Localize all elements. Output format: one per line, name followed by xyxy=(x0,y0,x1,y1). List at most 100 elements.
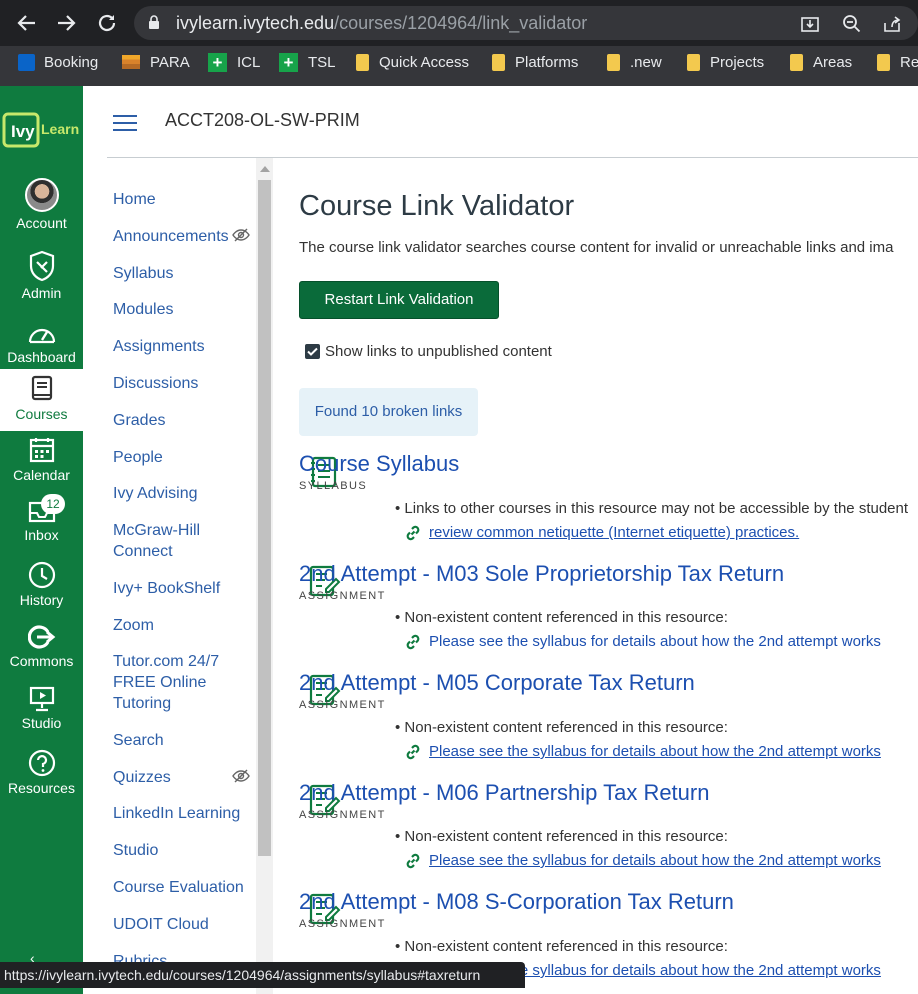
zoom-icon[interactable] xyxy=(842,14,862,34)
course-nav-discussions[interactable]: Discussions xyxy=(113,373,198,394)
rail-account[interactable]: Account xyxy=(0,178,83,231)
course-nav-tutor[interactable]: Tutor.com 24/7 FREE Online Tutoring xyxy=(113,651,231,714)
rail-calendar[interactable]: Calendar xyxy=(0,436,83,483)
bookmark-label: Platforms xyxy=(515,54,579,71)
rail-label: Dashboard xyxy=(7,349,76,365)
course-nav-syllabus[interactable]: Syllabus xyxy=(113,263,173,284)
rail-studio[interactable]: Studio xyxy=(0,686,83,731)
course-nav-assignments[interactable]: Assignments xyxy=(113,336,205,357)
course-nav-linkedin[interactable]: LinkedIn Learning xyxy=(113,803,240,824)
result-title[interactable]: 2nd Attempt - M06 Partnership Tax Return xyxy=(299,780,709,806)
scrollbar-thumb[interactable] xyxy=(258,180,271,856)
hamburger-icon[interactable] xyxy=(113,115,137,131)
course-nav-modules[interactable]: Modules xyxy=(113,299,173,320)
bookmark-re[interactable]: Re xyxy=(877,46,918,80)
result-type: ASSIGNMENT xyxy=(299,590,386,602)
rail-admin[interactable]: Admin xyxy=(0,250,83,301)
course-nav-home[interactable]: Home xyxy=(113,189,156,210)
course-nav-mcgraw-hill[interactable]: McGraw-Hill Connect xyxy=(113,520,223,562)
eye-off-icon xyxy=(232,768,250,784)
rail-label: History xyxy=(19,592,64,608)
scroll-up-icon[interactable] xyxy=(260,166,270,172)
course-nav-search[interactable]: Search xyxy=(113,730,164,751)
rail-label: Admin xyxy=(21,285,62,301)
bookmark-quick-access[interactable]: Quick Access xyxy=(356,46,469,80)
course-nav-people[interactable]: People xyxy=(113,447,163,468)
ivy-learn-logo[interactable]: Ivy Learn xyxy=(2,112,80,148)
calendar-icon xyxy=(29,438,54,463)
install-icon[interactable] xyxy=(800,14,820,34)
rail-label: Account xyxy=(16,215,67,231)
broken-link[interactable]: Please see the syllabus for details abou… xyxy=(405,852,881,869)
course-nav-quizzes[interactable]: Quizzes xyxy=(113,767,171,788)
page-description: The course link validator searches cours… xyxy=(299,239,894,256)
result-type: SYLLABUS xyxy=(299,480,368,492)
browser-toolbar: ivylearn.ivytech.edu/courses/1204964/lin… xyxy=(0,0,918,86)
rail-label: Inbox xyxy=(24,527,59,543)
status-bar-url: https://ivylearn.ivytech.edu/courses/120… xyxy=(0,962,525,988)
bookmark-icl[interactable]: + ICL xyxy=(208,46,260,80)
course-nav-bookshelf[interactable]: Ivy+ BookShelf xyxy=(113,578,220,599)
rail-dashboard[interactable]: Dashboard xyxy=(0,320,83,365)
bookmark-projects[interactable]: Projects xyxy=(687,46,764,80)
course-nav-studio[interactable]: Studio xyxy=(113,840,158,861)
broken-link[interactable]: Please see the syllabus for details abou… xyxy=(405,633,881,650)
nav-scrollbar[interactable] xyxy=(256,158,273,994)
rail-courses[interactable]: Courses xyxy=(0,369,83,431)
rail-commons[interactable]: Commons xyxy=(0,624,83,669)
bookmark-tsl[interactable]: + TSL xyxy=(279,46,336,80)
share-icon[interactable] xyxy=(882,14,902,34)
folder-icon xyxy=(492,53,505,71)
green-cross-icon: + xyxy=(279,52,298,72)
rail-resources[interactable]: Resources xyxy=(0,749,83,796)
issue-text: Non-existent content referenced in this … xyxy=(404,609,728,626)
course-nav-announcements[interactable]: Announcements xyxy=(113,226,229,247)
rail-label: Calendar xyxy=(13,467,70,483)
bookmark-label: TSL xyxy=(308,54,336,71)
result-title[interactable]: 2nd Attempt - M03 Sole Proprietorship Ta… xyxy=(299,561,784,587)
unpublished-checkbox[interactable] xyxy=(305,344,320,359)
lock-icon[interactable] xyxy=(148,15,160,30)
bookmark-para[interactable]: PARA xyxy=(122,46,190,80)
link-text[interactable]: Please see the syllabus for details abou… xyxy=(429,852,881,869)
link-text[interactable]: Please see the syllabus for details abou… xyxy=(429,743,881,760)
link-text[interactable]: review common netiquette (Internet etiqu… xyxy=(429,524,799,541)
back-icon[interactable] xyxy=(16,12,38,34)
result-title[interactable]: Course Syllabus xyxy=(299,451,459,477)
broken-link[interactable]: Please see the syllabus for details abou… xyxy=(405,743,881,760)
result-issue: • Links to other courses in this resourc… xyxy=(395,500,909,517)
url-text[interactable]: ivylearn.ivytech.edu/courses/1204964/lin… xyxy=(176,13,587,34)
course-nav-evaluation[interactable]: Course Evaluation xyxy=(113,877,244,898)
bookmark-booking[interactable]: Booking xyxy=(18,46,98,80)
course-nav-zoom[interactable]: Zoom xyxy=(113,615,154,636)
result-title[interactable]: 2nd Attempt - M08 S-Corporation Tax Retu… xyxy=(299,889,734,915)
rail-collapse-icon[interactable]: ‹ xyxy=(30,950,35,966)
page-title: Course Link Validator xyxy=(299,190,575,222)
help-circle-icon xyxy=(28,749,55,777)
bookmark-label: Areas xyxy=(813,54,853,71)
bookmark-label: .new xyxy=(630,54,662,71)
result-issue: • Non-existent content referenced in thi… xyxy=(395,938,728,955)
avatar xyxy=(24,178,59,212)
breadcrumb[interactable]: ACCT208-OL-SW-PRIM xyxy=(165,110,360,131)
course-nav-udoit[interactable]: UDOIT Cloud xyxy=(113,914,209,935)
link-icon xyxy=(406,525,420,541)
bookmark-label: Quick Access xyxy=(379,54,470,71)
rail-history[interactable]: History xyxy=(0,561,83,608)
bookmark-platforms[interactable]: Platforms xyxy=(492,46,578,80)
bookmark-new[interactable]: .new xyxy=(607,46,662,80)
unpublished-checkbox-label[interactable]: Show links to unpublished content xyxy=(325,343,552,360)
course-nav-grades[interactable]: Grades xyxy=(113,410,165,431)
broken-link[interactable]: review common netiquette (Internet etiqu… xyxy=(405,524,799,541)
restart-validation-button[interactable]: Restart Link Validation xyxy=(299,281,499,319)
forward-icon[interactable] xyxy=(55,12,77,34)
address-bar[interactable]: ivylearn.ivytech.edu/courses/1204964/lin… xyxy=(134,6,918,40)
course-nav-ivy-advising[interactable]: Ivy Advising xyxy=(113,483,197,504)
result-title[interactable]: 2nd Attempt - M05 Corporate Tax Return xyxy=(299,670,695,696)
result-type: ASSIGNMENT xyxy=(299,809,386,821)
shield-icon xyxy=(29,250,54,282)
reload-icon[interactable] xyxy=(96,12,118,34)
svg-text:Ivy: Ivy xyxy=(11,122,35,141)
bookmark-areas[interactable]: Areas xyxy=(790,46,852,80)
link-text[interactable]: Please see the syllabus for details abou… xyxy=(429,633,881,650)
